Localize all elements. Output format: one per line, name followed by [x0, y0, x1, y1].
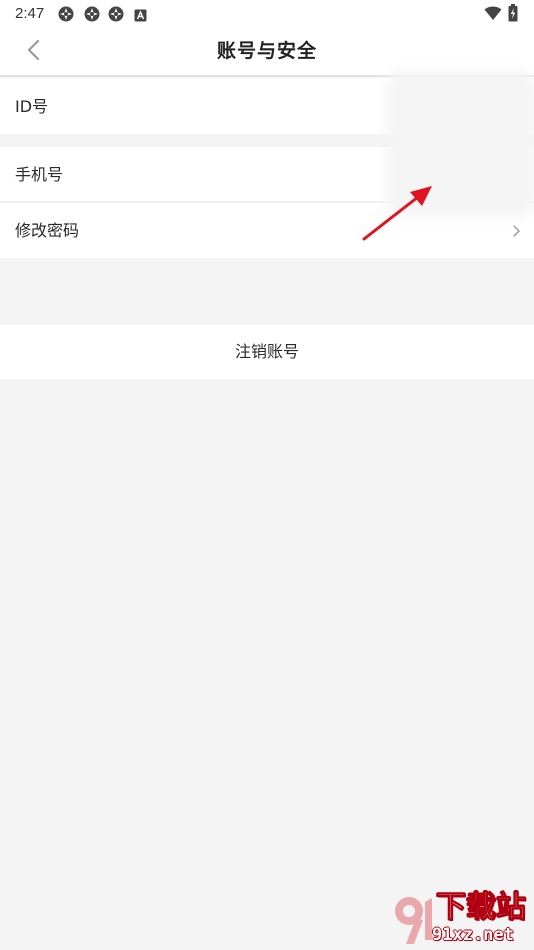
watermark-url: 91xz.net — [432, 925, 514, 945]
chevron-right-icon — [511, 223, 521, 237]
red-arrow-icon — [358, 180, 438, 244]
status-bar: 2:47 — [0, 0, 534, 27]
watermark-title: 下载站 — [436, 890, 527, 925]
change-password-row[interactable]: 修改密码 — [0, 203, 534, 258]
app-notification-icon — [84, 6, 100, 22]
page-title: 账号与安全 — [216, 40, 317, 62]
battery-charging-icon — [508, 4, 518, 26]
status-time: 2:47 — [15, 5, 45, 22]
header-bar: 账号与安全 — [0, 27, 534, 77]
change-password-label: 修改密码 — [15, 221, 80, 240]
keyboard-a-icon — [134, 7, 150, 23]
91-logo-icon — [392, 894, 436, 946]
cancel-account-button[interactable]: 注销账号 — [0, 325, 534, 379]
app-notification-icon — [108, 6, 124, 22]
id-label: ID号 — [15, 97, 49, 116]
wifi-icon — [484, 5, 502, 25]
app-notification-icon — [58, 6, 74, 22]
watermark: 下载站 91xz.net — [392, 890, 532, 948]
cancel-account-label: 注销账号 — [234, 342, 299, 361]
phone-label: 手机号 — [15, 165, 64, 184]
